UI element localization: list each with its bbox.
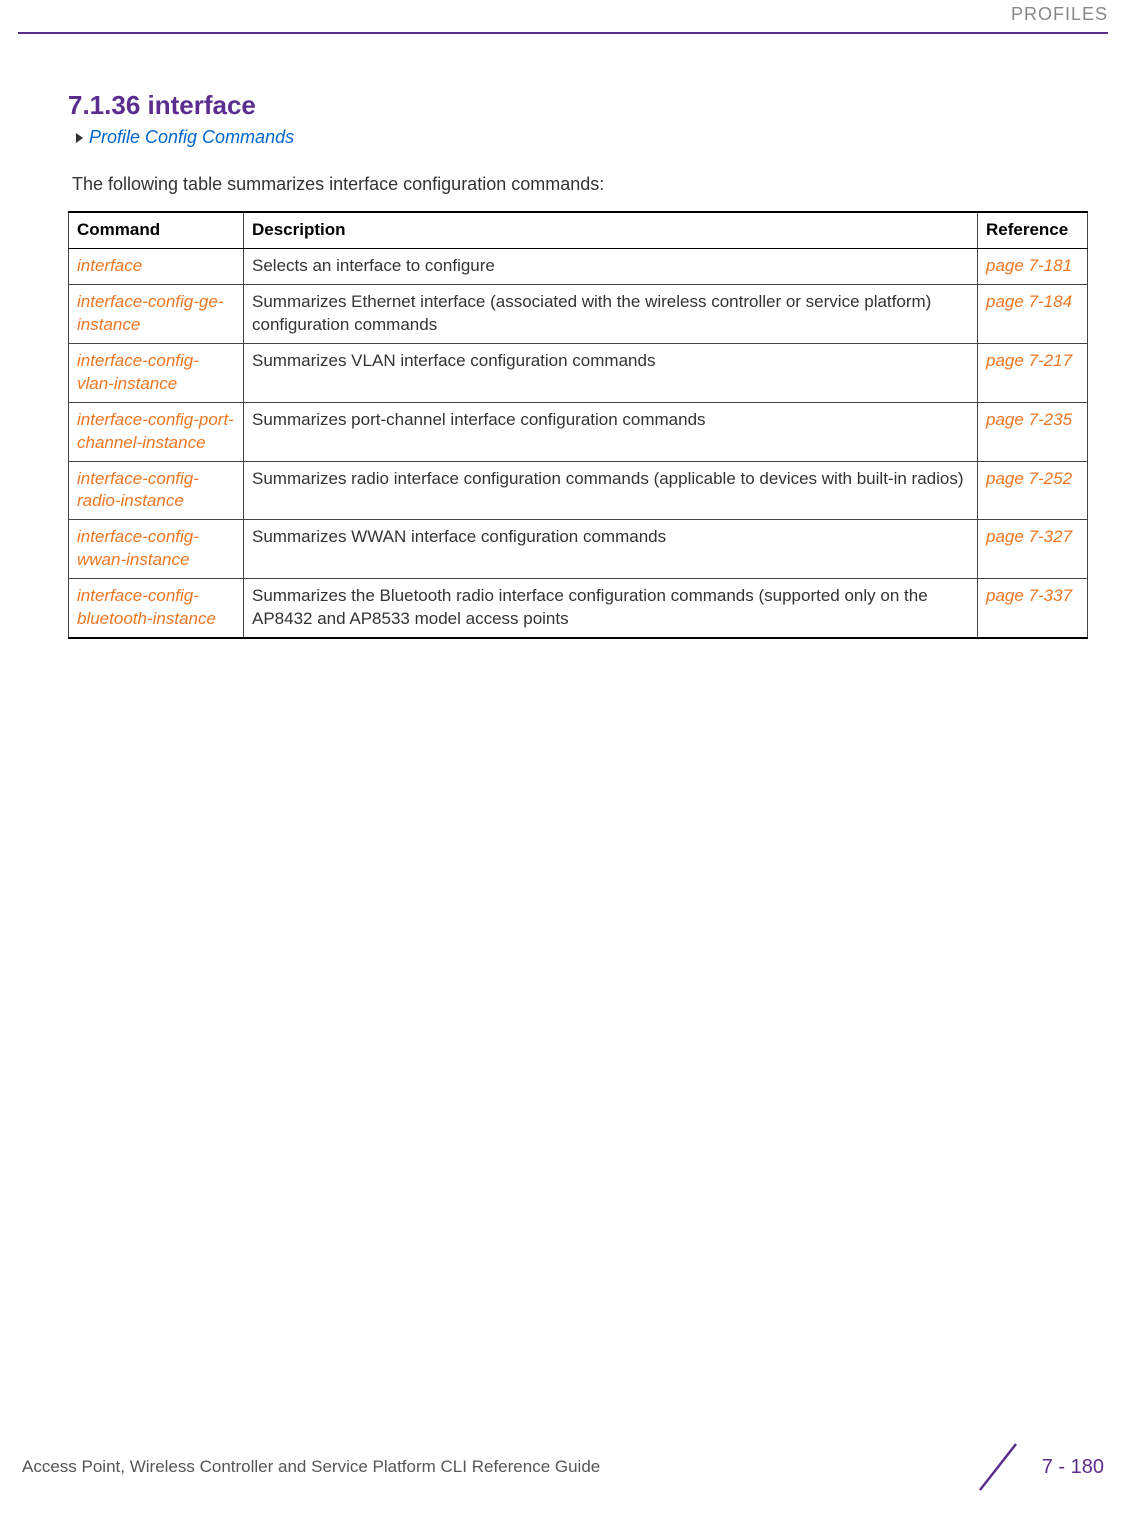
header-reference: Reference — [978, 212, 1088, 248]
section-heading: 7.1.36 interface — [68, 90, 1088, 121]
table-row: interface-config-port-channel-instance S… — [69, 402, 1088, 461]
description-cell: Summarizes WWAN interface configuration … — [244, 520, 978, 579]
description-cell: Summarizes port-channel interface config… — [244, 402, 978, 461]
table-row: interface-config-vlan-instance Summarize… — [69, 343, 1088, 402]
table-header-row: Command Description Reference — [69, 212, 1088, 248]
reference-link[interactable]: page 7-217 — [986, 351, 1072, 370]
footer: Access Point, Wireless Controller and Se… — [22, 1442, 1104, 1492]
description-cell: Summarizes Ethernet interface (associate… — [244, 284, 978, 343]
table-row: interface-config-bluetooth-instance Summ… — [69, 579, 1088, 638]
page-number: 7 - 180 — [1042, 1456, 1104, 1479]
command-link[interactable]: interface-config-port-channel-instance — [77, 410, 234, 452]
reference-link[interactable]: page 7-181 — [986, 256, 1072, 275]
header-description: Description — [244, 212, 978, 248]
page-number-box: 7 - 180 — [968, 1442, 1104, 1492]
section-label: PROFILES — [1011, 4, 1108, 25]
description-cell: Summarizes the Bluetooth radio interface… — [244, 579, 978, 638]
guide-title: Access Point, Wireless Controller and Se… — [22, 1457, 600, 1477]
description-cell: Summarizes radio interface configuration… — [244, 461, 978, 520]
table-row: interface-config-wwan-instance Summarize… — [69, 520, 1088, 579]
table-row: interface-config-ge-instance Summarizes … — [69, 284, 1088, 343]
reference-link[interactable]: page 7-337 — [986, 586, 1072, 605]
command-link[interactable]: interface-config-radio-instance — [77, 469, 199, 511]
commands-table: Command Description Reference interface … — [68, 211, 1088, 639]
arrow-right-icon — [76, 133, 83, 143]
command-link[interactable]: interface-config-wwan-instance — [77, 527, 199, 569]
command-link[interactable]: interface — [77, 256, 142, 275]
breadcrumb[interactable]: Profile Config Commands — [76, 127, 1088, 148]
reference-link[interactable]: page 7-235 — [986, 410, 1072, 429]
reference-link[interactable]: page 7-252 — [986, 469, 1072, 488]
table-row: interface-config-radio-instance Summariz… — [69, 461, 1088, 520]
description-cell: Selects an interface to configure — [244, 248, 978, 284]
reference-link[interactable]: page 7-184 — [986, 292, 1072, 311]
reference-link[interactable]: page 7-327 — [986, 527, 1072, 546]
command-link[interactable]: interface-config-ge-instance — [77, 292, 223, 334]
header-command: Command — [69, 212, 244, 248]
description-cell: Summarizes VLAN interface configuration … — [244, 343, 978, 402]
command-link[interactable]: interface-config-bluetooth-instance — [77, 586, 216, 628]
content-area: 7.1.36 interface Profile Config Commands… — [68, 90, 1088, 639]
slash-icon — [968, 1442, 1028, 1492]
table-row: interface Selects an interface to config… — [69, 248, 1088, 284]
intro-text: The following table summarizes interface… — [72, 174, 1088, 195]
command-link[interactable]: interface-config-vlan-instance — [77, 351, 199, 393]
breadcrumb-label: Profile Config Commands — [89, 127, 294, 148]
header-rule — [18, 32, 1108, 34]
